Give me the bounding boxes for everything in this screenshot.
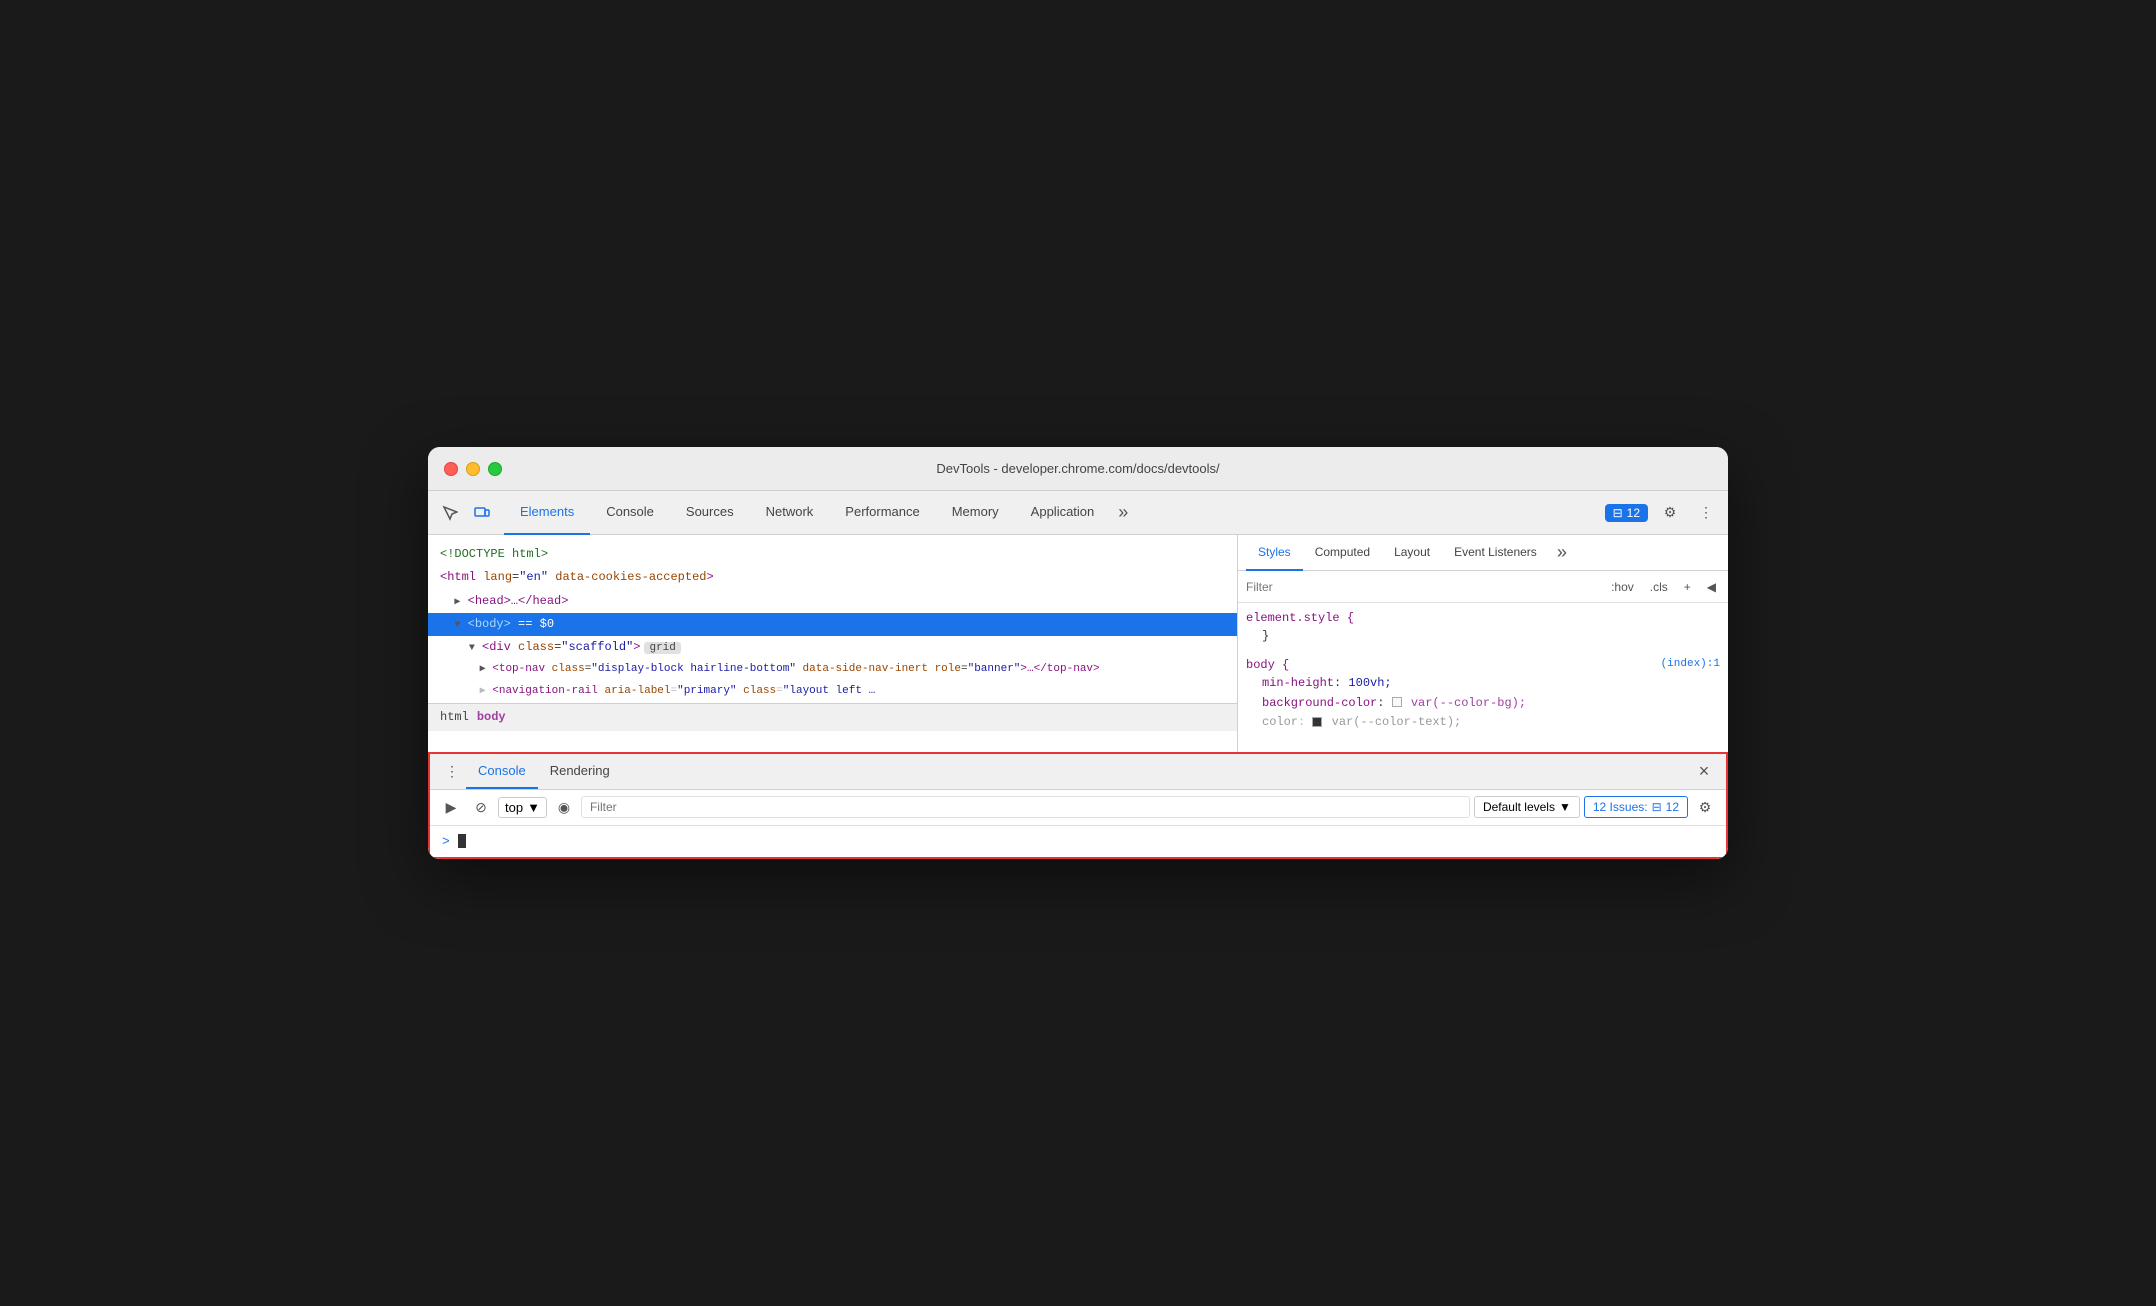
console-filter-input[interactable] [581,796,1470,818]
tab-elements[interactable]: Elements [504,491,590,535]
styles-tabs: Styles Computed Layout Event Listeners » [1238,535,1728,571]
tab-network[interactable]: Network [750,491,830,535]
style-close-brace: } [1246,627,1720,646]
issues-count-button[interactable]: 12 Issues: ⊟ 12 [1584,796,1688,818]
filter-hov-button[interactable]: :hov [1607,578,1638,596]
more-tabs-button[interactable]: » [1110,495,1136,531]
default-levels-label: Default levels [1483,800,1555,814]
top-tabbar: Elements Console Sources Network Perform… [428,491,1728,535]
close-drawer-button[interactable]: × [1690,757,1718,785]
main-content: <!DOCTYPE html> <html lang="en" data-coo… [428,535,1728,752]
styles-content: element.style { } body { (index):1 min-h… [1238,603,1728,752]
console-prompt[interactable]: > | [442,834,1714,849]
tab-sources[interactable]: Sources [670,491,750,535]
tab-performance[interactable]: Performance [829,491,935,535]
close-button[interactable] [444,462,458,476]
default-levels-button[interactable]: Default levels ▼ [1474,796,1580,818]
styles-filter-input[interactable] [1246,580,1599,594]
tab-event-listeners[interactable]: Event Listeners [1442,535,1549,571]
breadcrumb-body[interactable]: body [477,710,506,724]
console-body[interactable]: > | [430,826,1726,857]
breadcrumb-bar: html body [428,703,1237,731]
dropdown-arrow-icon: ▼ [527,800,540,815]
dom-div-scaffold[interactable]: ▼ <div class="scaffold">grid [428,636,1237,660]
elements-panel: <!DOCTYPE html> <html lang="en" data-coo… [428,535,1238,752]
tab-layout[interactable]: Layout [1382,535,1442,571]
issues-badge[interactable]: ⊟ 12 [1605,504,1648,522]
title-bar: DevTools - developer.chrome.com/docs/dev… [428,447,1728,491]
top-label: top [505,800,523,815]
filter-plus-button[interactable]: + [1680,578,1695,596]
tab-console-drawer[interactable]: Console [466,753,538,789]
issues-icon-small: ⊟ [1652,800,1662,814]
dom-doctype[interactable]: <!DOCTYPE html> [428,543,1237,566]
console-cursor: | [458,834,466,848]
inspect-element-icon[interactable] [436,499,464,527]
filter-cls-button[interactable]: .cls [1646,578,1672,596]
styles-panel: Styles Computed Layout Event Listeners »… [1238,535,1728,752]
style-rule-body: body { (index):1 min-height: 100vh; back… [1246,658,1720,732]
console-drawer-tabs: ⋮ Console Rendering × [430,754,1726,790]
devtools-panel: Elements Console Sources Network Perform… [428,491,1728,859]
clear-console-icon[interactable]: ⊘ [468,794,494,820]
tab-icons [436,499,496,527]
issues-count-label: 12 [1666,800,1679,814]
traffic-lights [444,462,502,476]
console-toolbar: ▶ ⊘ top ▼ ◉ Default levels ▼ 12 Issues: … [430,790,1726,826]
issues-label: 12 Issues: [1593,800,1648,814]
tabbar-right: ⊟ 12 ⚙ ⋮ [1605,499,1720,527]
dom-body[interactable]: ▼ <body> == $0 [428,613,1237,636]
filter-toggle-button[interactable]: ◀ [1703,578,1720,596]
console-drawer: ⋮ Console Rendering × ▶ ⊘ top ▼ ◉ Defaul… [428,752,1728,859]
more-options-icon[interactable]: ⋮ [1692,499,1720,527]
top-frame-selector[interactable]: top ▼ [498,797,547,818]
tab-styles[interactable]: Styles [1246,535,1303,571]
eye-icon[interactable]: ◉ [551,794,577,820]
tab-memory[interactable]: Memory [936,491,1015,535]
breadcrumb-html[interactable]: html [440,710,469,724]
console-chevron: > [442,834,450,849]
style-rule-element: element.style { } [1246,611,1720,646]
tab-application[interactable]: Application [1015,491,1111,535]
style-prop-color[interactable]: color: var(--color-text); [1246,713,1720,732]
issues-icon: ⊟ [1613,506,1623,520]
devtools-window: DevTools - developer.chrome.com/docs/dev… [428,447,1728,859]
dom-top-nav[interactable]: ▶ <top-nav class="display-block hairline… [428,659,1237,681]
console-settings-icon[interactable]: ⚙ [1692,794,1718,820]
bg-color-swatch[interactable] [1392,697,1402,707]
tab-console[interactable]: Console [590,491,670,535]
styles-more-tabs[interactable]: » [1549,535,1575,571]
default-levels-arrow: ▼ [1559,800,1571,814]
body-source[interactable]: (index):1 [1661,658,1720,674]
dom-head[interactable]: ▶ <head>…</head> [428,590,1237,613]
minimize-button[interactable] [466,462,480,476]
style-prop-min-height[interactable]: min-height: 100vh; [1246,674,1720,693]
console-drawer-more-icon[interactable]: ⋮ [438,757,466,785]
settings-icon[interactable]: ⚙ [1656,499,1684,527]
issues-count: 12 [1627,506,1640,520]
style-prop-bg-color[interactable]: background-color: var(--color-bg); [1246,694,1720,713]
filter-actions: :hov .cls + ◀ [1607,578,1720,596]
device-toolbar-icon[interactable] [468,499,496,527]
window-title: DevTools - developer.chrome.com/docs/dev… [936,461,1219,476]
style-selector[interactable]: element.style { [1246,611,1720,625]
tab-rendering[interactable]: Rendering [538,753,622,789]
body-selector[interactable]: body { [1246,658,1289,672]
execute-script-icon[interactable]: ▶ [438,794,464,820]
styles-filter-bar: :hov .cls + ◀ [1238,571,1728,603]
color-swatch[interactable] [1312,717,1322,727]
tab-computed[interactable]: Computed [1303,535,1382,571]
maximize-button[interactable] [488,462,502,476]
dom-html[interactable]: <html lang="en" data-cookies-accepted> [428,566,1237,589]
dom-nav-rail[interactable]: ▶ <navigation-rail aria-label="primary" … [428,681,1237,703]
